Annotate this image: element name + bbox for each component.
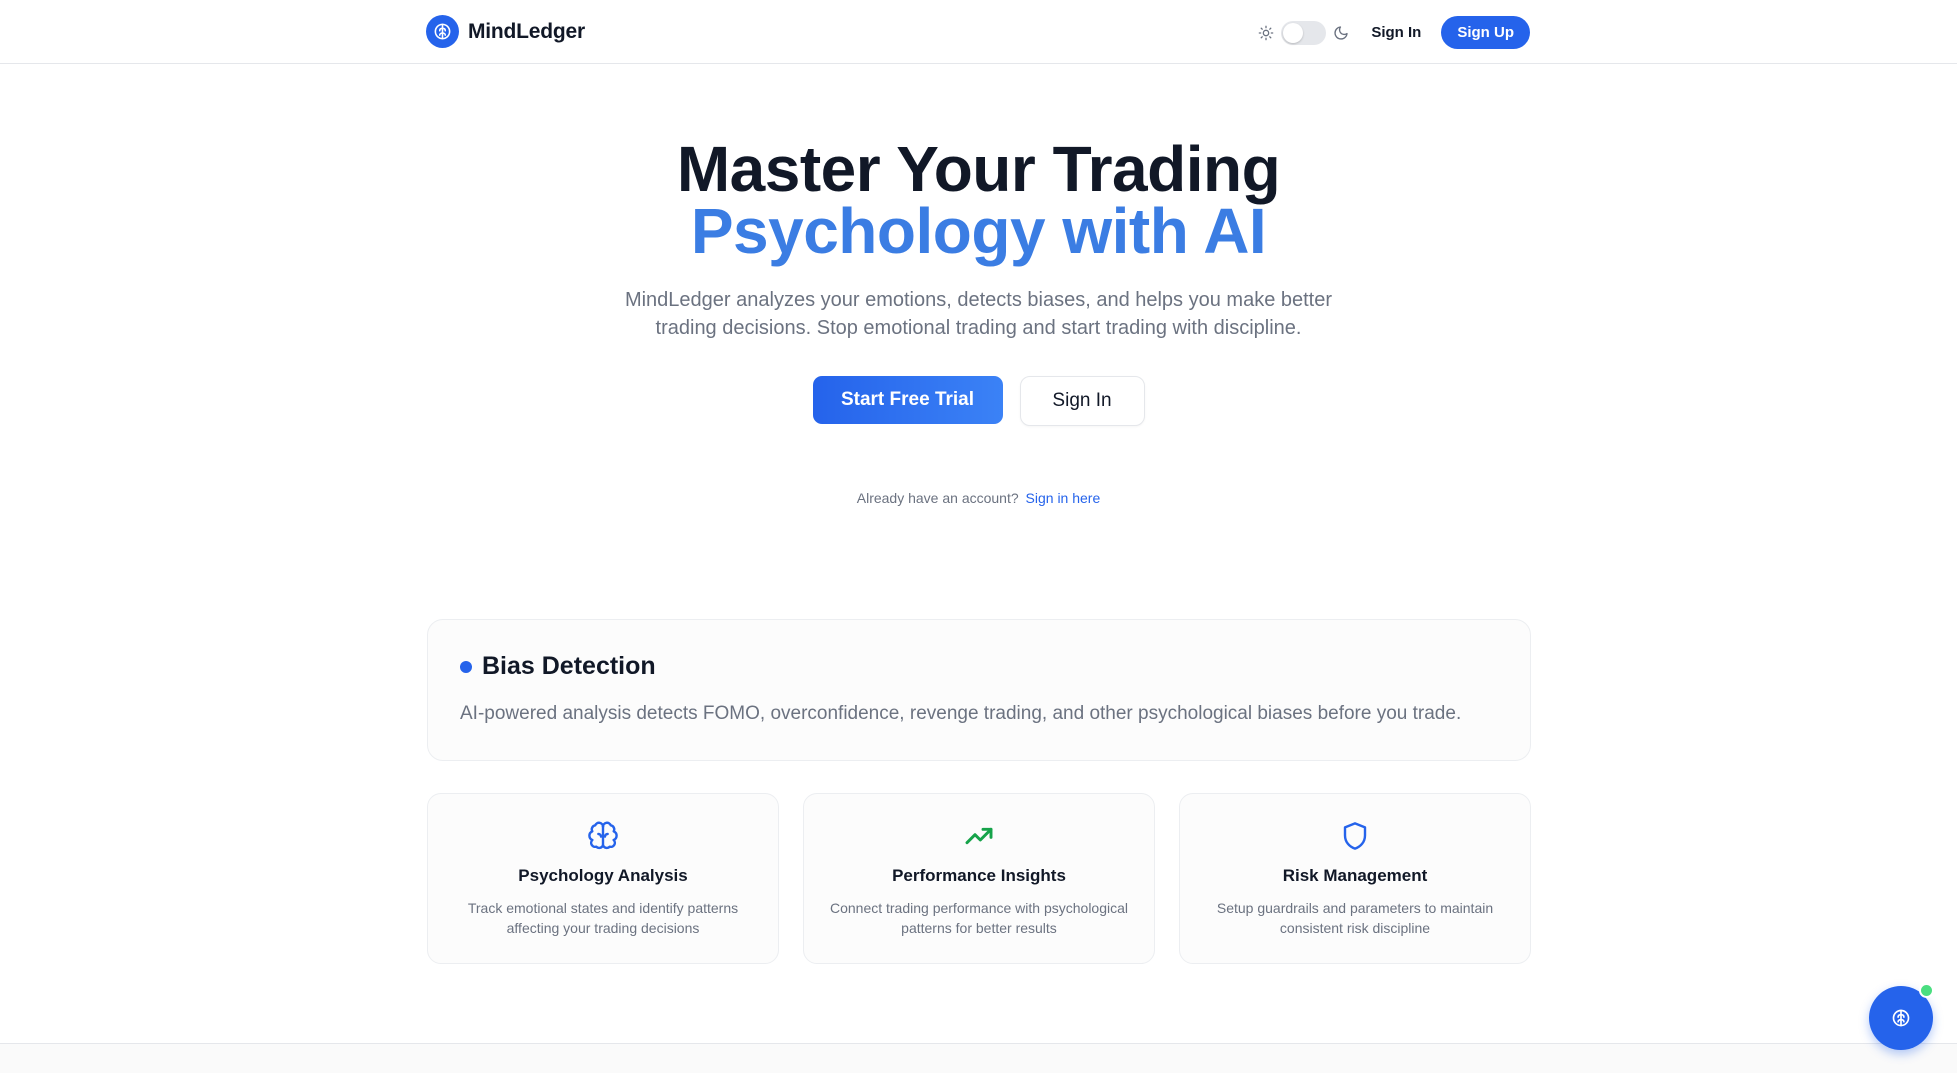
theme-switch[interactable] [1281,20,1327,45]
brain-icon [428,818,778,854]
feature-card-risk-management: Risk Management Setup guardrails and par… [1179,793,1531,964]
feature-cards: Psychology Analysis Track emotional stat… [427,793,1531,964]
theme-switch-knob [1283,22,1304,43]
trending-up-icon [804,818,1154,854]
shield-icon [1180,818,1530,854]
hero-title: Master Your Trading Psychology with AI [0,137,1957,267]
feature-title: Risk Management [1282,866,1428,885]
theme-toggle [1258,20,1349,45]
feature-card-performance-insights: Performance Insights Connect trading per… [803,793,1155,964]
bias-detection-card: Bias Detection AI-powered analysis detec… [427,619,1531,761]
bullet-dot-icon [460,660,472,673]
feature-description: Track emotional states and identify patt… [467,900,739,936]
brain-logo-icon [426,15,459,48]
feature-description: Connect trading performance with psychol… [829,900,1129,936]
nav-actions: Sign In Sign Up [1258,16,1530,49]
bias-detection-title: Bias Detection [482,652,656,680]
hero-description: MindLedger analyzes your emotions, detec… [624,289,1333,339]
brain-chat-icon [1892,1009,1910,1027]
feature-card-psychology-analysis: Psychology Analysis Track emotional stat… [427,793,779,964]
online-status-indicator [1919,983,1934,998]
hero-cta-row: Start Free Trial Sign In [0,376,1957,426]
sign-in-here-link[interactable]: Sign in here [1026,490,1101,506]
hero-section: Master Your Trading Psychology with AI M… [0,137,1957,506]
start-free-trial-button[interactable]: Start Free Trial [812,376,1003,424]
bias-detection-heading: Bias Detection [460,652,1498,681]
bias-detection-description: AI-powered analysis detects FOMO, overco… [460,703,1462,724]
hero-title-line2: Psychology with AI [690,195,1267,267]
feature-title: Performance Insights [892,866,1066,885]
nav-sign-in-button[interactable]: Sign In [1371,24,1421,41]
footer-strip [0,1043,1957,1073]
account-prompt-text: Already have an account? [856,490,1019,506]
sun-icon [1258,25,1274,40]
account-prompt: Already have an account? Sign in here [0,490,1957,506]
brand-name: MindLedger [468,19,585,43]
brand[interactable]: MindLedger [426,15,585,48]
moon-icon [1334,25,1348,40]
feature-title: Psychology Analysis [518,866,688,885]
top-navigation: MindLedger Sign In Sign Up [0,0,1957,64]
nav-sign-up-button[interactable]: Sign Up [1441,16,1530,49]
hero-sign-in-button[interactable]: Sign In [1019,376,1145,426]
feature-description: Setup guardrails and parameters to maint… [1216,900,1494,936]
